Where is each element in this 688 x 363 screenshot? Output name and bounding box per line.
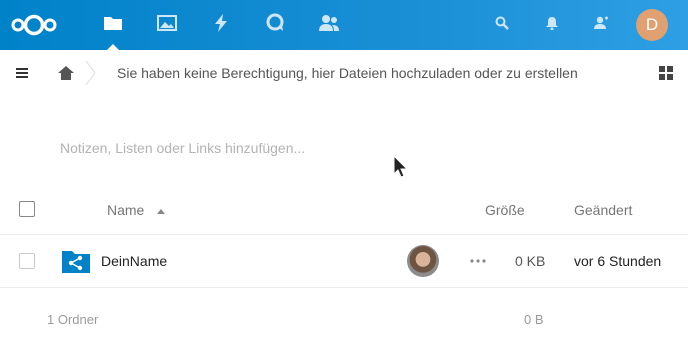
file-name[interactable]: DeinName (101, 253, 167, 269)
app-contacts[interactable] (307, 0, 351, 50)
home-icon (56, 66, 76, 86)
grid-view-icon (659, 66, 673, 84)
table-row[interactable]: DeinName 0 KB vor 6 Stunden (0, 235, 688, 288)
bell-icon (546, 16, 558, 35)
file-table-summary: 1 Ordner 0 B (0, 288, 688, 348)
more-actions-button[interactable] (467, 251, 489, 271)
contacts-menu-icon (593, 16, 609, 35)
column-header-size[interactable]: Größe (485, 202, 525, 218)
contacts-menu-button[interactable] (589, 0, 613, 50)
talk-icon (265, 13, 285, 38)
app-activity[interactable] (199, 0, 243, 50)
image-icon (157, 14, 177, 36)
file-modified: vor 6 Stunden (574, 253, 662, 269)
navigation-toggle-button[interactable] (12, 64, 32, 82)
search-button[interactable] (490, 0, 514, 50)
row-select-checkbox[interactable] (19, 253, 35, 269)
app-files[interactable] (91, 0, 135, 50)
search-icon (495, 16, 509, 35)
breadcrumb-bar: Sie haben keine Berechtigung, hier Datei… (0, 50, 688, 96)
summary-total-size: 0 B (524, 312, 544, 327)
grid-view-toggle[interactable] (659, 66, 673, 80)
app-header: D (0, 0, 688, 50)
file-table-header: Name Größe Geändert (0, 186, 688, 235)
shared-folder-icon[interactable] (61, 248, 91, 274)
shared-by-avatar[interactable] (407, 245, 439, 277)
more-dots-icon (467, 258, 489, 275)
user-avatar[interactable]: D (636, 9, 668, 41)
lightning-icon (214, 13, 228, 37)
app-talk[interactable] (253, 0, 297, 50)
sort-ascending-icon (157, 209, 165, 214)
app-photos[interactable] (145, 0, 189, 50)
column-header-modified[interactable]: Geändert (574, 202, 632, 218)
mouse-cursor-icon (392, 154, 409, 179)
column-header-name[interactable]: Name (107, 202, 144, 218)
nextcloud-logo-icon[interactable] (10, 0, 58, 50)
breadcrumb-home[interactable] (56, 64, 76, 82)
breadcrumb-separator-icon (84, 60, 96, 86)
summary-folder-count: 1 Ordner (47, 312, 99, 327)
folder-icon (103, 15, 123, 36)
no-permission-message: Sie haben keine Berechtigung, hier Datei… (117, 65, 578, 81)
select-all-checkbox[interactable] (19, 201, 35, 217)
hamburger-icon (12, 68, 32, 86)
file-size: 0 KB (515, 253, 546, 269)
contacts-icon (318, 14, 340, 37)
rich-workspace-notes[interactable]: Notizen, Listen oder Links hinzufügen... (60, 140, 305, 156)
notifications-button[interactable] (540, 0, 564, 50)
